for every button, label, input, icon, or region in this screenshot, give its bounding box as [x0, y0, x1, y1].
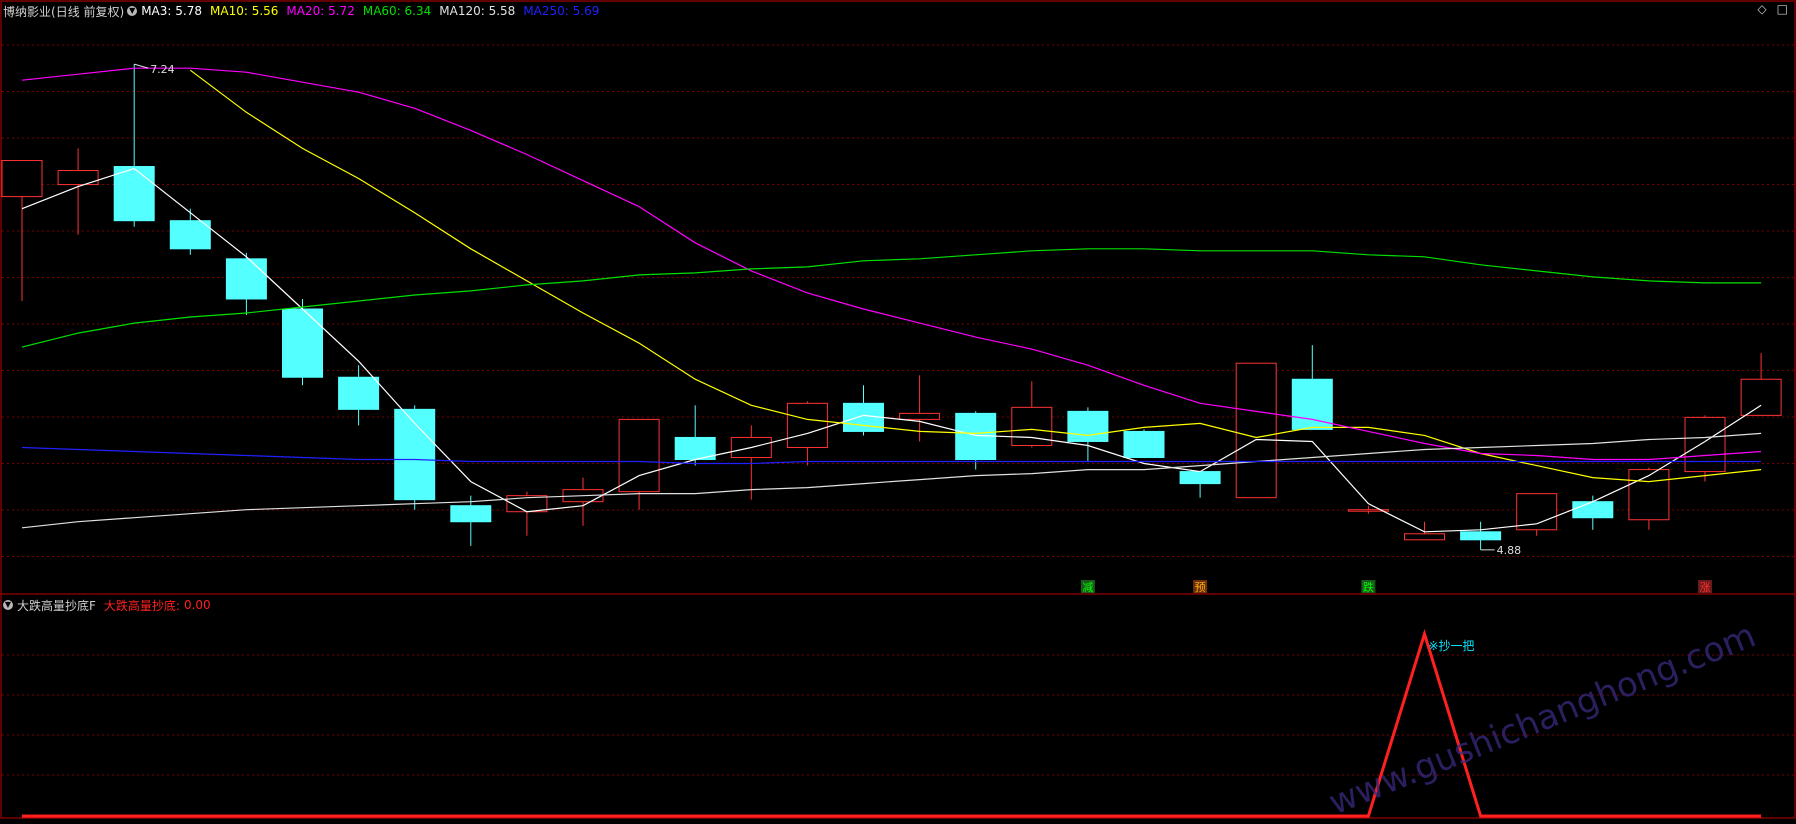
high-marker-line: [134, 63, 149, 69]
ma-legend-item: MA250: 5.69: [523, 4, 599, 18]
candle-body-down: [1123, 430, 1165, 459]
candle-body-up: [1628, 469, 1670, 521]
ma-legend-label: MA250:: [523, 4, 569, 18]
candle-body-down: [338, 376, 380, 410]
candle-body-up: [1404, 533, 1445, 541]
candle-body-down: [450, 505, 492, 523]
candle-body-up: [1684, 416, 1726, 473]
ma-line-ma20: [21, 67, 1762, 461]
indicator-annotation: ※抄一把: [1429, 639, 1475, 653]
ma-legend-label: MA10:: [210, 4, 248, 18]
window-controls: ◇ □: [1757, 2, 1788, 16]
candle-body-up: [1, 159, 43, 198]
candle-body-down: [169, 220, 211, 250]
ma-legend-item: MA120: 5.58: [439, 4, 515, 18]
ma-line-ma120: [21, 432, 1762, 529]
chevron-down-icon[interactable]: ▼: [3, 600, 13, 610]
candle-body-down: [1460, 531, 1502, 541]
ma-legend-list: MA3: 5.78 MA10: 5.56 MA20: 5.72 MA60: 6.34 M…: [141, 4, 607, 18]
candle-body-up: [1235, 362, 1277, 499]
signal-badge-text: 涨: [1700, 581, 1711, 594]
high-price-label: 7.24: [150, 63, 175, 76]
ma-legend-value: 5.58: [484, 4, 516, 18]
ma-legend-value: 5.69: [568, 4, 600, 18]
ma-legend-label: MA20:: [286, 4, 325, 18]
candle-body-up: [618, 418, 660, 493]
candle-body-down: [1572, 501, 1614, 519]
candle-body-up: [786, 402, 828, 448]
signal-badge-text: 减: [1082, 581, 1093, 594]
series-label: 大跌高量抄底:: [103, 598, 180, 613]
maximize-icon[interactable]: □: [1777, 2, 1788, 16]
ma-legend-value: 5.56: [247, 4, 279, 18]
candle-body-down: [225, 258, 267, 300]
ma-legend-label: MA120:: [439, 4, 485, 18]
chevron-down-icon[interactable]: ▼: [127, 6, 138, 16]
stock-name: 博纳影业: [3, 4, 52, 19]
series-value: 0.00: [183, 598, 211, 612]
signal-badge-text: 预: [1195, 581, 1206, 594]
ma-legend-item: MA3: 5.78: [141, 4, 202, 18]
candle-body-down: [113, 166, 155, 222]
candle-body-down: [1067, 410, 1109, 442]
ma-legend-value: 5.72: [324, 4, 355, 18]
ma-legend-label: MA60:: [362, 4, 401, 18]
candle-body-up: [1740, 378, 1782, 416]
sub-legend: ▼ 大跌高量抄底F 大跌高量抄底: 0.00: [0, 596, 211, 614]
ma-legend-item: MA10: 5.56: [210, 4, 278, 18]
candle-body-up: [899, 412, 941, 420]
low-price-label: 4.88: [1497, 544, 1522, 557]
ma-legend-item: MA60: 6.34: [363, 4, 431, 18]
indicator-name: 大跌高量抄底F: [17, 598, 96, 613]
diamond-icon[interactable]: ◇: [1757, 2, 1766, 16]
ma-legend-label: MA3:: [141, 4, 172, 18]
period-info: (日线 前复权): [51, 4, 125, 19]
chart-svg: 7.24 4.88 减 预 跌 涨 ※抄一把www.gushichanghong.com: [0, 0, 1796, 823]
signal-badge-text: 跌: [1363, 580, 1374, 594]
ma-legend-item: MA20: 5.72: [286, 4, 354, 18]
stock-chart: 7.24 4.88 减 预 跌 涨 ※抄一把 www.gushichanghong.com 博…: [0, 0, 1796, 823]
ma-legend-value: 5.78: [171, 4, 202, 18]
ma-legend-value: 6.34: [400, 4, 432, 18]
candle-body-down: [1179, 471, 1221, 485]
watermark-text: www.gushichanghong.com: [1323, 615, 1761, 820]
ma-line-ma250: [21, 446, 1762, 465]
candle-body-down: [282, 308, 323, 378]
main-legend: 博纳影业 (日线 前复权) ▼ MA3: 5.78 MA10: 5.56 MA20:…: [0, 2, 607, 20]
